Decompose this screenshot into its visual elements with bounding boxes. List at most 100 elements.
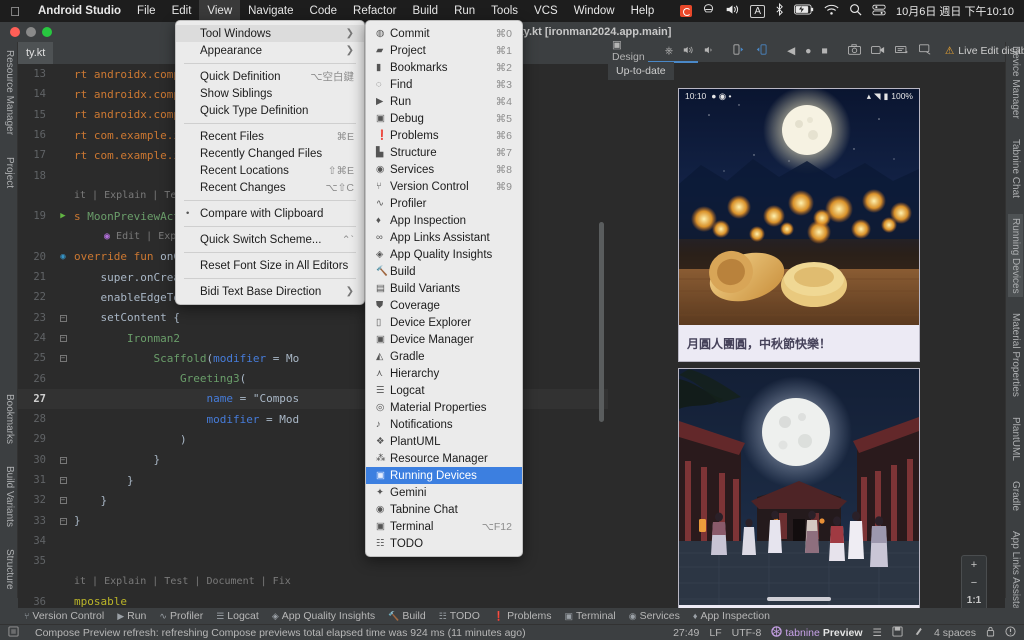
battery-icon[interactable] (794, 4, 814, 18)
code-line[interactable]: it | Explain | Test | Document | Fix (18, 571, 608, 591)
tool-window-item-app-quality-insights[interactable]: ◈App Quality Insights (366, 246, 522, 263)
power-icon[interactable]: ⎈ (665, 45, 673, 58)
bottom-tab-build[interactable]: 🔨Build (388, 610, 426, 622)
view-menu-item-reset-font-size-in-all-editors[interactable]: Reset Font Size in All Editors (176, 257, 364, 274)
view-menu-item-tool-windows[interactable]: Tool Windows❯ (176, 25, 364, 42)
mac-clock[interactable]: 10月6日 週日 下午10:10 (896, 3, 1014, 19)
notification-icon[interactable] (1005, 626, 1016, 640)
record-icon[interactable] (871, 45, 885, 58)
bottom-tab-version-control[interactable]: ⑂Version Control (24, 610, 104, 622)
tool-window-item-tabnine-chat[interactable]: ◉Tabnine Chat (366, 501, 522, 518)
mac-menu-view[interactable]: View (199, 0, 240, 22)
bottom-tab-app-quality-insights[interactable]: ◈App Quality Insights (272, 610, 375, 622)
gutter-marker[interactable]: − (52, 495, 74, 505)
tool-window-item-app-inspection[interactable]: ♦App Inspection (366, 212, 522, 229)
gutter-marker[interactable]: − (52, 516, 74, 526)
apple-logo-icon[interactable]:  (0, 4, 30, 19)
close-button[interactable] (10, 27, 20, 37)
gutter-marker[interactable]: ▶ (52, 211, 74, 221)
tool-window-item-terminal[interactable]: ▣Terminal⌥F12 (366, 518, 522, 535)
tool-window-item-todo[interactable]: ☷TODO (366, 535, 522, 552)
device-preview-card-1[interactable]: 10:10 ● ◉ • ▴ ◥ ▮ 100% 月圓人團圓，中秋節快樂！ (678, 88, 920, 362)
app-icon[interactable] (680, 5, 692, 17)
bottom-tab-todo[interactable]: ☷TODO (439, 610, 480, 622)
tool-window-item-structure[interactable]: ▙Structure⌘7 (366, 144, 522, 161)
device-preview-area[interactable]: 10:10 ● ◉ • ▴ ◥ ▮ 100% 月圓人團圓，中秋節快樂！ (608, 80, 1005, 608)
zoom-out-button[interactable]: − (971, 578, 977, 589)
tool-window-item-device-manager[interactable]: ▣Device Manager (366, 331, 522, 348)
tool-window-item-device-explorer[interactable]: ▯Device Explorer (366, 314, 522, 331)
tool-window-item-plantuml[interactable]: ❖PlantUML (366, 433, 522, 450)
view-menu-item-recent-locations[interactable]: Recent Locations⇧⌘E (176, 162, 364, 179)
view-menu-item-quick-type-definition[interactable]: Quick Type Definition (176, 102, 364, 119)
rotate-right-icon[interactable] (755, 44, 767, 58)
zoom-controls[interactable]: + − 1:1 (961, 555, 987, 608)
gutter-marker[interactable]: − (52, 455, 74, 465)
indent-setting[interactable]: 4 spaces (934, 627, 976, 639)
capture-icon[interactable] (919, 44, 941, 58)
mac-menu-file[interactable]: File (129, 0, 164, 22)
gutter-marker[interactable]: − (52, 313, 74, 323)
view-menu-item-quick-definition[interactable]: Quick Definition⌥空白鍵 (176, 68, 364, 85)
actual-size-button[interactable]: 1:1 (967, 596, 981, 606)
tool-windows-submenu[interactable]: ◍Commit⌘0▰Project⌘1▮Bookmarks⌘2◌Find⌘3▶R… (365, 20, 523, 557)
tool-window-item-debug[interactable]: ▣Debug⌘5 (366, 110, 522, 127)
bottom-tab-terminal[interactable]: ▣Terminal (565, 610, 616, 622)
tool-window-item-coverage[interactable]: ⛊Coverage (366, 297, 522, 314)
control-center-icon[interactable] (872, 4, 886, 19)
home-icon[interactable]: ● (805, 45, 811, 57)
mac-menu-help[interactable]: Help (623, 0, 663, 22)
view-menu-item-compare-with-clipboard[interactable]: •Compare with Clipboard (176, 205, 364, 222)
mac-menu-edit[interactable]: Edit (164, 0, 200, 22)
caret-position[interactable]: 27:49 (673, 627, 699, 639)
tool-window-item-hierarchy[interactable]: ⋏Hierarchy (366, 365, 522, 382)
tool-tab-build-variants[interactable]: Build Variants (2, 462, 17, 531)
tool-window-item-run[interactable]: ▶Run⌘4 (366, 93, 522, 110)
view-menu-item-recent-files[interactable]: Recent Files⌘E (176, 128, 364, 145)
mac-menu-run[interactable]: Run (446, 0, 483, 22)
bottom-tab-run[interactable]: ▶Run (117, 610, 146, 622)
gutter-marker[interactable]: − (52, 475, 74, 485)
tool-tab-material-properties[interactable]: Material Properties (1008, 309, 1023, 401)
gutter-marker[interactable]: − (52, 333, 74, 343)
volume-up-icon[interactable] (683, 45, 694, 58)
view-menu-item-recently-changed-files[interactable]: Recently Changed Files (176, 145, 364, 162)
view-menu-item-quick-switch-scheme-[interactable]: Quick Switch Scheme...⌃` (176, 231, 364, 248)
gutter-marker[interactable]: − (52, 353, 74, 363)
memory-icon[interactable] (0, 626, 19, 640)
tool-window-item-build-variants[interactable]: ▤Build Variants (366, 280, 522, 297)
tool-window-item-build[interactable]: 🔨Build (366, 263, 522, 280)
tool-window-item-gradle[interactable]: ◭Gradle (366, 348, 522, 365)
editor-tab-file[interactable]: ty.kt (18, 42, 53, 64)
bottom-tab-services[interactable]: ◉Services (629, 610, 680, 622)
tool-tab-project[interactable]: Project (2, 153, 17, 192)
back-icon[interactable]: ◀ (787, 45, 795, 57)
tool-window-item-commit[interactable]: ◍Commit⌘0 (366, 25, 522, 42)
view-menu-item-bidi-text-base-direction[interactable]: Bidi Text Base Direction❯ (176, 283, 364, 300)
view-menu[interactable]: Tool Windows❯Appearance❯Quick Definition… (175, 20, 365, 305)
editor-scrollbar[interactable] (599, 222, 604, 422)
tool-window-item-material-properties[interactable]: ◎Material Properties (366, 399, 522, 416)
tool-window-item-gemini[interactable]: ✦Gemini (366, 484, 522, 501)
tool-window-item-profiler[interactable]: ∿Profiler (366, 195, 522, 212)
file-encoding[interactable]: UTF-8 (732, 627, 762, 639)
save-icon[interactable] (892, 626, 903, 640)
volume-icon[interactable] (725, 3, 740, 19)
tool-window-item-services[interactable]: ◉Services⌘8 (366, 161, 522, 178)
bluetooth-icon[interactable] (775, 3, 784, 19)
minimize-button[interactable] (26, 27, 36, 37)
mac-menu-window[interactable]: Window (566, 0, 623, 22)
tool-tab-gradle[interactable]: Gradle (1008, 477, 1023, 515)
volume-down-icon[interactable] (704, 45, 713, 58)
tool-window-item-running-devices[interactable]: ▣Running Devices (366, 467, 522, 484)
tool-window-item-logcat[interactable]: ☰Logcat (366, 382, 522, 399)
line-separator[interactable]: LF (709, 627, 721, 639)
view-menu-item-show-siblings[interactable]: Show Siblings (176, 85, 364, 102)
tool-tab-running-devices[interactable]: Running Devices (1008, 214, 1023, 298)
mac-menu-tools[interactable]: Tools (483, 0, 526, 22)
maximize-button[interactable] (42, 27, 52, 37)
tool-tab-bookmarks[interactable]: Bookmarks (2, 390, 17, 448)
input-source-icon[interactable]: A (750, 5, 765, 18)
gutter-marker[interactable]: ◉ (52, 252, 74, 262)
view-menu-item-recent-changes[interactable]: Recent Changes⌥⇧C (176, 179, 364, 196)
